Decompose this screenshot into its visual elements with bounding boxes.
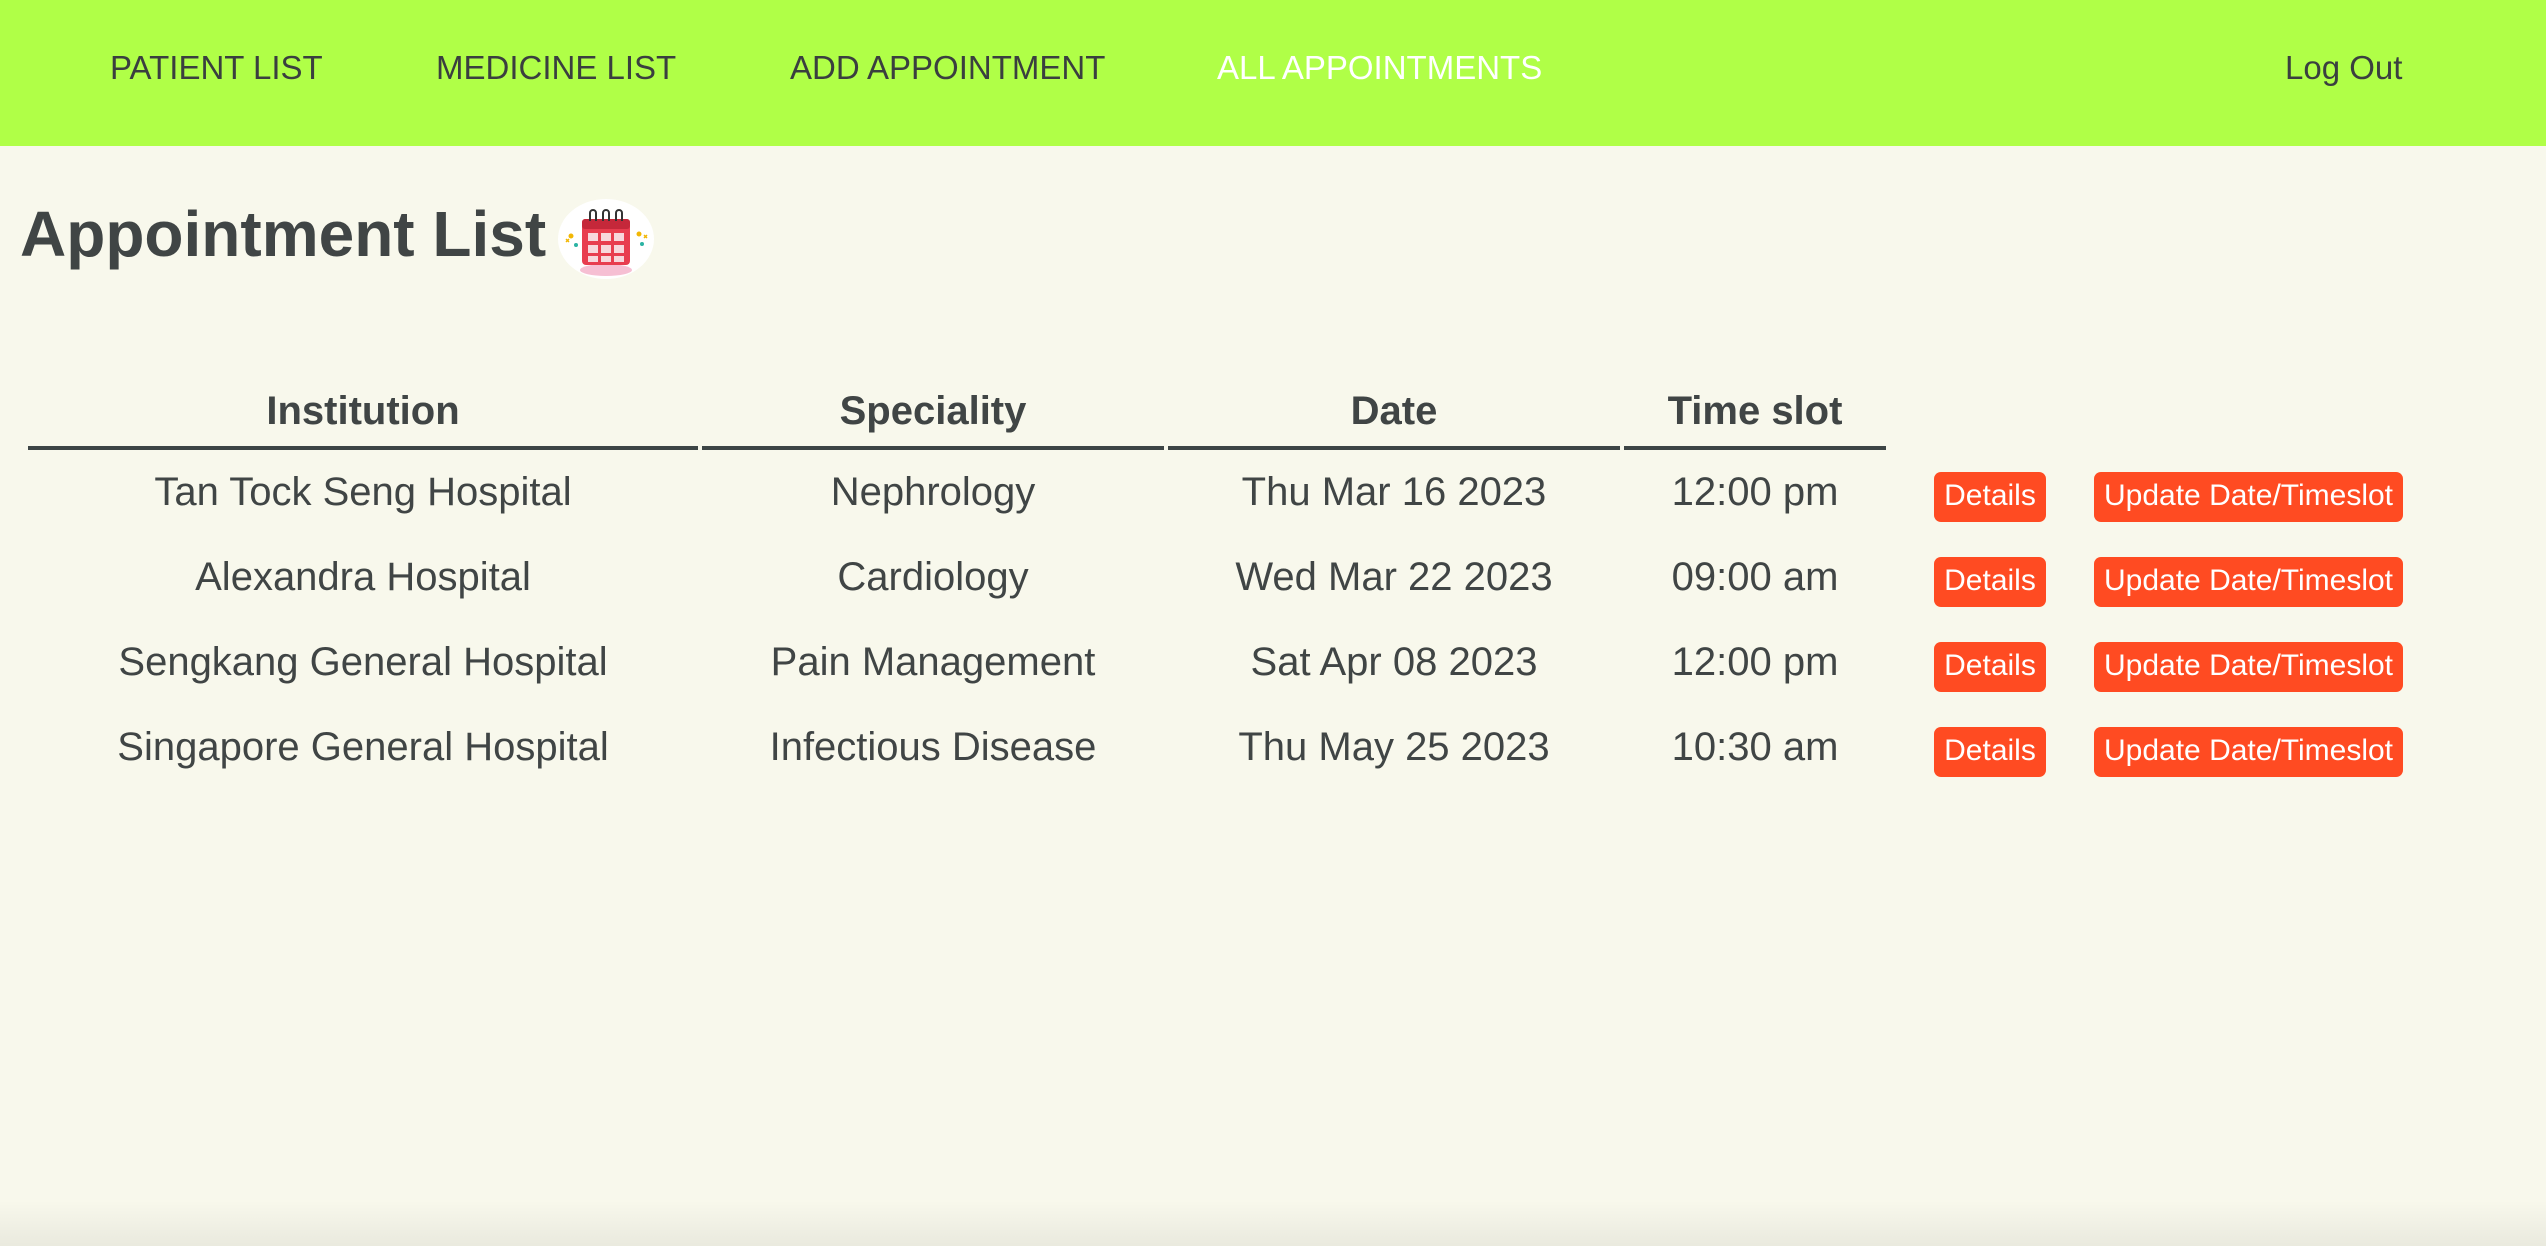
update-timeslot-button[interactable]: Update Date/Timeslot: [2094, 726, 2404, 777]
header-speciality: Speciality: [702, 376, 1164, 450]
cell-date: Sat Apr 08 2023: [1250, 640, 1538, 684]
cell-speciality: Infectious Disease: [769, 725, 1097, 769]
cell-update: Update Date/Timeslot: [2094, 450, 2404, 535]
table-header-row: Institution Speciality Date Time slot: [28, 376, 2403, 450]
details-button[interactable]: Details: [1934, 726, 2046, 777]
cell-institution: Sengkang General Hospital: [118, 640, 608, 684]
page-title: Appointment List: [20, 198, 547, 270]
update-timeslot-button[interactable]: Update Date/Timeslot: [2094, 471, 2404, 522]
nav-link-patient-list[interactable]: PATIENT LIST: [110, 48, 323, 88]
cell-date: Thu May 25 2023: [1238, 725, 1550, 769]
cell-details: Details: [1890, 620, 2090, 705]
header-time-slot: Time slot: [1624, 376, 1886, 450]
cell-date: Thu Mar 16 2023: [1241, 470, 1547, 514]
cell-details: Details: [1890, 535, 2090, 620]
cell-speciality: Nephrology: [830, 470, 1036, 514]
cell-update: Update Date/Timeslot: [2094, 535, 2404, 620]
cell-speciality: Pain Management: [770, 640, 1096, 684]
table-row: Singapore General Hospital Infectious Di…: [28, 705, 2404, 790]
header-date: Date: [1168, 376, 1620, 450]
bottom-shadow: [0, 1200, 2546, 1246]
cell-time: 12:00 pm: [1671, 470, 1839, 514]
nav-link-all-appointments[interactable]: ALL APPOINTMENTS: [1217, 48, 1542, 88]
nav-link-medicine-list[interactable]: MEDICINE LIST: [436, 48, 676, 88]
details-button[interactable]: Details: [1934, 641, 2046, 692]
header-spacer: [1890, 376, 2090, 450]
header-institution: Institution: [28, 376, 698, 450]
calendar-icon: [558, 199, 654, 279]
cell-speciality: Cardiology: [837, 555, 1029, 599]
cell-time: 10:30 am: [1671, 725, 1839, 769]
cell-institution: Singapore General Hospital: [117, 725, 609, 769]
details-button[interactable]: Details: [1934, 471, 2046, 522]
top-navbar: PATIENT LIST MEDICINE LIST ADD APPOINTME…: [0, 0, 2546, 146]
cell-update: Update Date/Timeslot: [2094, 620, 2404, 705]
logout-link[interactable]: Log Out: [2285, 48, 2402, 88]
cell-institution: Alexandra Hospital: [195, 555, 531, 599]
details-button[interactable]: Details: [1934, 556, 2046, 607]
header-spacer: [2094, 376, 2403, 450]
update-timeslot-button[interactable]: Update Date/Timeslot: [2094, 641, 2404, 692]
table-row: Tan Tock Seng Hospital Nephrology Thu Ma…: [28, 450, 2404, 535]
cell-institution: Tan Tock Seng Hospital: [154, 470, 572, 514]
appointments-table: Institution Speciality Date Time slot Ta…: [24, 376, 2407, 790]
cell-details: Details: [1890, 705, 2090, 790]
nav-link-add-appointment[interactable]: ADD APPOINTMENT: [790, 48, 1105, 88]
update-timeslot-button[interactable]: Update Date/Timeslot: [2094, 556, 2404, 607]
table-row: Alexandra Hospital Cardiology Wed Mar 22…: [28, 535, 2404, 620]
cell-update: Update Date/Timeslot: [2094, 705, 2404, 790]
table-row: Sengkang General Hospital Pain Managemen…: [28, 620, 2404, 705]
cell-time: 09:00 am: [1671, 555, 1839, 599]
cell-time: 12:00 pm: [1671, 640, 1839, 684]
cell-details: Details: [1890, 450, 2090, 535]
cell-date: Wed Mar 22 2023: [1235, 555, 1553, 599]
